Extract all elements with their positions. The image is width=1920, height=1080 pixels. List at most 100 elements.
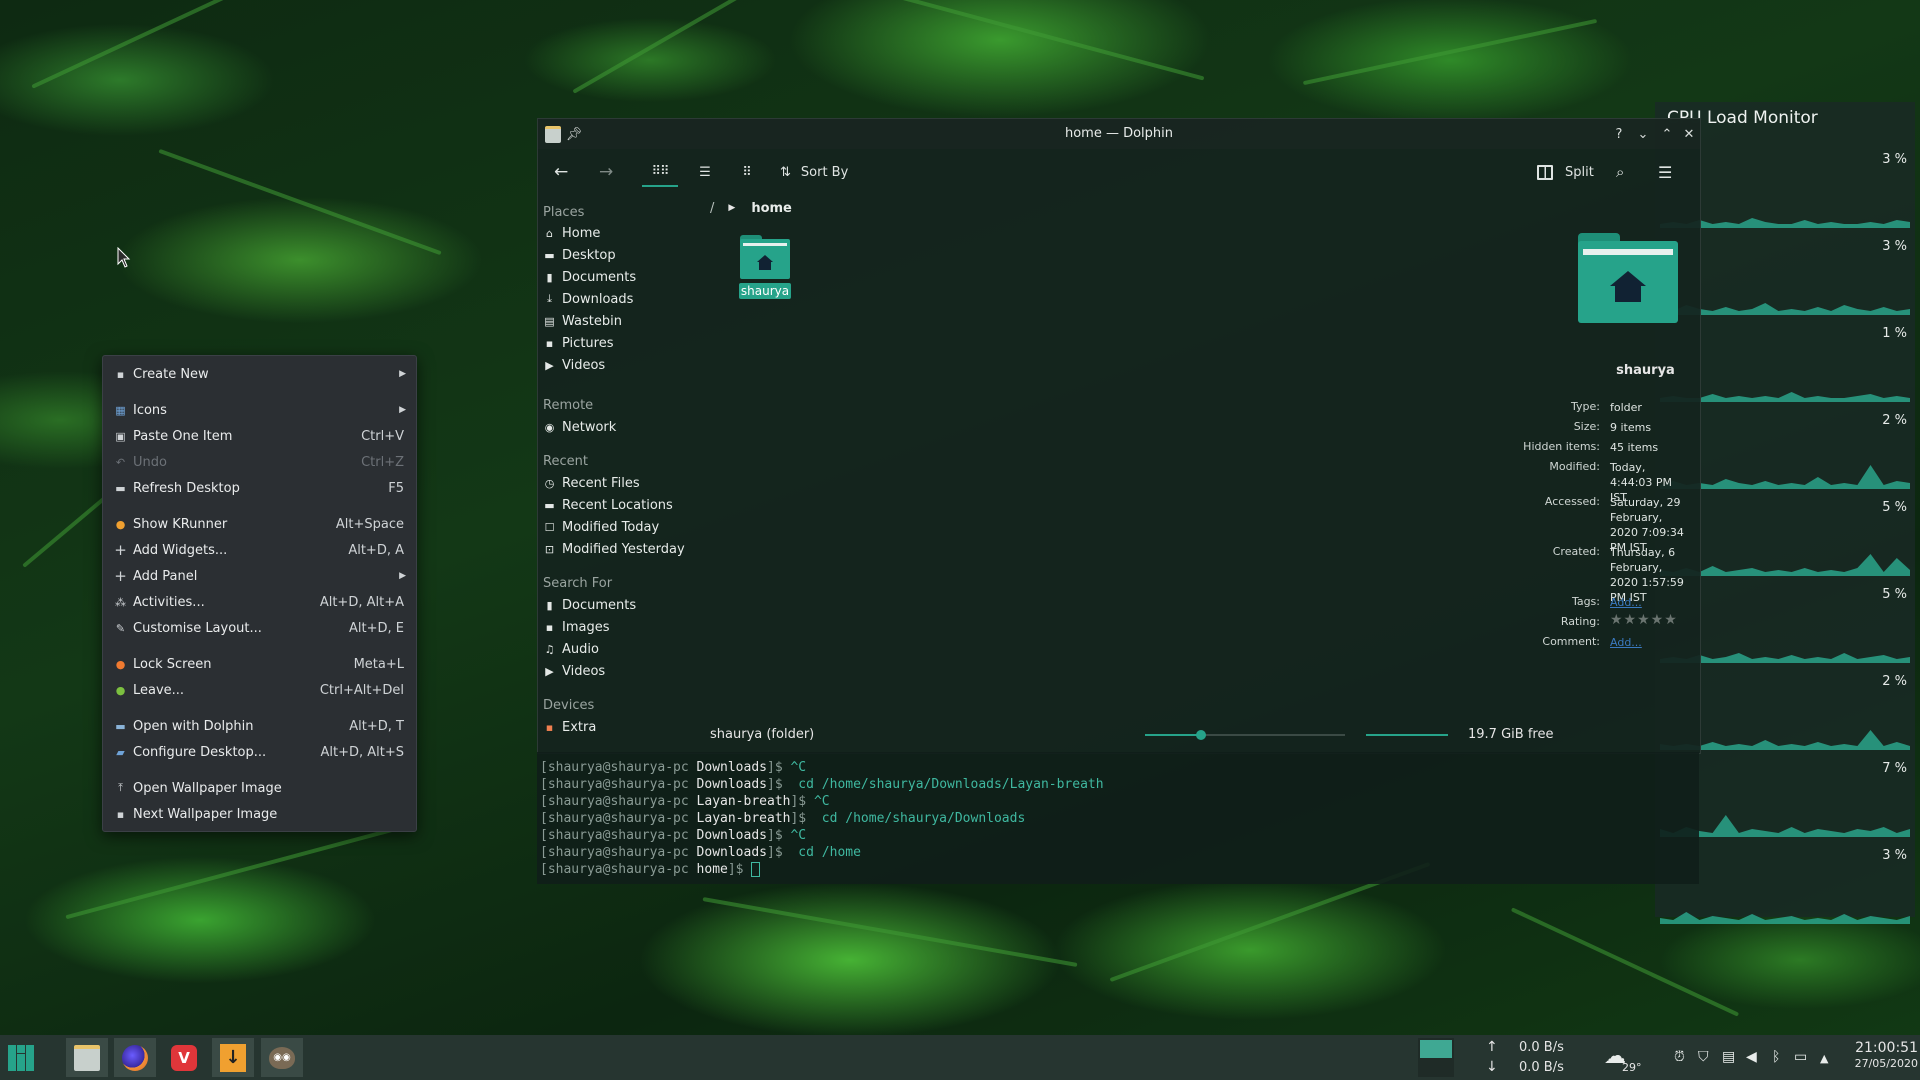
file-name: shaurya xyxy=(738,283,792,299)
plus-icon: + xyxy=(114,567,127,585)
new-file-icon: ▪ xyxy=(116,367,125,381)
taskbar-firefox[interactable] xyxy=(114,1038,156,1077)
search-videos[interactable]: ▶ Videos xyxy=(543,661,605,681)
terminal-prompt-user: [shaurya@shaurya-pc xyxy=(540,794,697,809)
file-item[interactable]: shaurya xyxy=(737,235,793,299)
cpu-usage-indicator[interactable] xyxy=(1418,1038,1454,1077)
forward-button[interactable]: → xyxy=(599,157,621,187)
configure-icon: ▰ xyxy=(116,745,125,759)
menu-item-open-wallpaper[interactable]: ⤒ Open Wallpaper Image xyxy=(103,776,416,800)
taskbar-vivaldi[interactable]: V xyxy=(163,1038,205,1077)
size-value: 9 items xyxy=(1610,421,1652,434)
zoom-slider-handle[interactable] xyxy=(1196,730,1206,740)
device-extra[interactable]: ▪ Extra xyxy=(543,717,597,737)
comment-add-link[interactable]: Add... xyxy=(1610,635,1690,650)
zoom-slider[interactable] xyxy=(1145,730,1345,740)
dolphin-icon: ▬ xyxy=(115,719,126,733)
menu-item-leave[interactable]: ● Leave... Ctrl+Alt+Del xyxy=(103,678,416,702)
volume-icon[interactable]: ◀︎ xyxy=(1746,1049,1757,1065)
place-desktop[interactable]: ▬ Desktop xyxy=(543,245,615,265)
leave-icon: ● xyxy=(115,683,126,697)
menu-item-next-wallpaper[interactable]: ▪ Next Wallpaper Image xyxy=(103,802,416,826)
search-documents[interactable]: ▮ Documents xyxy=(543,595,636,615)
terminal-prompt-user: [shaurya@shaurya-pc xyxy=(540,845,697,860)
window-titlebar[interactable]: 📌︎ home — Dolphin ? ⌄ ⌃ ✕ xyxy=(538,119,1700,149)
terminal-prompt-suffix: ]$ xyxy=(727,862,752,877)
krunner-icon: ● xyxy=(115,517,126,531)
terminal-prompt-user: [shaurya@shaurya-pc xyxy=(540,828,697,843)
minimize-button[interactable]: ⌄ xyxy=(1634,125,1652,143)
download-icon: ⤓ xyxy=(547,292,552,305)
place-recent-locations[interactable]: ▬ Recent Locations xyxy=(543,495,673,515)
file-view-area[interactable]: / ▶ home shaurya shaurya Type: folder Si… xyxy=(703,195,1700,753)
cpu-core-graph xyxy=(1660,912,1910,924)
weather-widget[interactable]: ☁ 29° xyxy=(1600,1038,1648,1077)
search-audio[interactable]: ♫ Audio xyxy=(543,639,599,659)
menu-item-icons[interactable]: ▦ Icons ▶ xyxy=(103,398,416,422)
terminal-prompt-suffix: ]$ xyxy=(767,777,791,792)
bluetooth-icon[interactable]: ᛒ xyxy=(1772,1049,1780,1065)
desktop-context-menu: ▪ Create New ▶ ▦ Icons ▶ ▣ Paste One Ite… xyxy=(102,355,417,832)
menu-item-customise-layout[interactable]: ✎ Customise Layout... Alt+D, E xyxy=(103,616,416,640)
menu-item-krunner[interactable]: ● Show KRunner Alt+Space xyxy=(103,512,416,536)
menu-item-activities[interactable]: ⁂ Activities... Alt+D, Alt+A xyxy=(103,590,416,614)
rating-stars[interactable]: ★★★★★ xyxy=(1610,613,1700,628)
compact-view-button[interactable]: ☰ xyxy=(694,157,716,187)
network-icon[interactable]: ▭ xyxy=(1794,1049,1807,1065)
place-documents[interactable]: ▮ Documents xyxy=(543,267,636,287)
hamburger-menu-button[interactable]: ☰ xyxy=(1658,157,1672,187)
close-button[interactable]: ✕ xyxy=(1680,125,1698,143)
breadcrumb-root[interactable]: / xyxy=(710,201,714,216)
comment-label: Comment: xyxy=(1542,635,1600,648)
terminal-prompt-suffix: ]$ xyxy=(767,828,791,843)
menu-item-paste[interactable]: ▣ Paste One Item Ctrl+V xyxy=(103,424,416,448)
place-videos[interactable]: ▶ Videos xyxy=(543,355,605,375)
place-modified-today[interactable]: ☐ Modified Today xyxy=(543,517,660,537)
network-speed-widget[interactable]: ↑ 0.0 B/s ↓ 0.0 B/s xyxy=(1482,1038,1582,1077)
place-modified-yesterday[interactable]: ⊡ Modified Yesterday xyxy=(543,539,685,559)
maximize-button[interactable]: ⌃ xyxy=(1658,125,1676,143)
breadcrumb-current[interactable]: home xyxy=(751,201,792,216)
taskbar-download-manager[interactable]: ↓ xyxy=(212,1038,254,1077)
clipboard-icon[interactable]: ▤ xyxy=(1722,1049,1735,1065)
place-home[interactable]: ⌂ Home xyxy=(543,223,600,243)
details-view-button[interactable]: ⠿ xyxy=(736,157,758,187)
taskbar-gimp[interactable]: ◉◉ xyxy=(261,1038,303,1077)
menu-item-configure-desktop[interactable]: ▰ Configure Desktop... Alt+D, Alt+S xyxy=(103,740,416,764)
sort-by-button[interactable]: ⇅ Sort By xyxy=(780,157,848,187)
place-network[interactable]: ◉ Network xyxy=(543,417,617,437)
search-images[interactable]: ▪ Images xyxy=(543,617,610,637)
icons-view-button[interactable]: ⠿⠿ xyxy=(642,157,678,187)
menu-item-create-new[interactable]: ▪ Create New ▶ xyxy=(103,362,416,386)
taskbar-dolphin[interactable] xyxy=(66,1038,108,1077)
chevron-right-icon: ▶ xyxy=(728,203,736,213)
digital-clock[interactable]: 21:00:51 27/05/2020 xyxy=(1846,1037,1918,1078)
search-button[interactable]: ⌕ xyxy=(1616,157,1624,187)
place-wastebin[interactable]: ▤ Wastebin xyxy=(543,311,622,331)
place-downloads[interactable]: ⤓ Downloads xyxy=(543,289,633,309)
tray-expand-icon[interactable]: ▲ xyxy=(1820,1052,1828,1065)
tags-label: Tags: xyxy=(1571,595,1600,608)
terminal-prompt-suffix: ]$ xyxy=(790,811,814,826)
tags-add-link[interactable]: Add... xyxy=(1610,595,1690,610)
place-pictures[interactable]: ▪ Pictures xyxy=(543,333,614,353)
menu-item-add-panel[interactable]: + Add Panel ▶ xyxy=(103,564,416,588)
menu-item-add-widgets[interactable]: + Add Widgets... Alt+D, A xyxy=(103,538,416,562)
back-button[interactable]: ← xyxy=(554,157,576,187)
help-button[interactable]: ? xyxy=(1610,125,1628,143)
shield-icon[interactable]: ⛉ xyxy=(1698,1049,1709,1065)
terminal-panel[interactable]: [shaurya@shaurya-pc Downloads]$ ^C [shaur… xyxy=(537,752,1699,884)
place-recent-files[interactable]: ◷ Recent Files xyxy=(543,473,640,493)
menu-item-refresh[interactable]: ▬ Refresh Desktop F5 xyxy=(103,476,416,500)
cpu-usage-fill xyxy=(1420,1040,1452,1058)
application-launcher-button[interactable] xyxy=(0,1038,42,1077)
menu-item-lock-screen[interactable]: ● Lock Screen Meta+L xyxy=(103,652,416,676)
notifications-icon[interactable]: ⏰︎ xyxy=(1674,1049,1685,1065)
search-for-header: Search For xyxy=(543,576,613,591)
split-button[interactable]: Split xyxy=(1537,157,1594,187)
cpu-core-load: 5 % xyxy=(1882,587,1907,602)
cpu-core-load: 5 % xyxy=(1882,500,1907,515)
menu-item-open-dolphin[interactable]: ▬ Open with Dolphin Alt+D, T xyxy=(103,714,416,738)
terminal-line: [shaurya@shaurya-pc Downloads]$ ^C xyxy=(540,759,806,776)
places-header: Places xyxy=(543,205,585,220)
